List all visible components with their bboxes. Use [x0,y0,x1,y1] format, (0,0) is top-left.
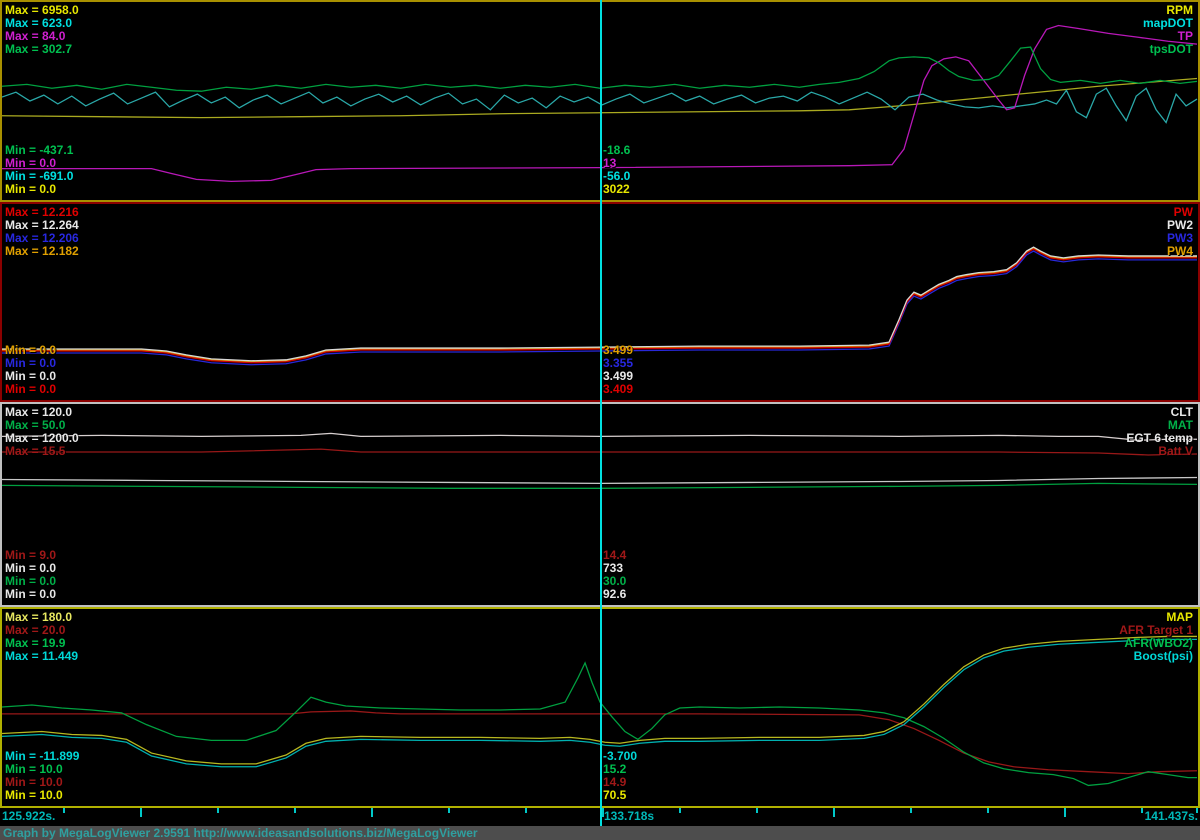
map-afr-legend: MAP AFR Target 1 AFR(WBO2) Boost(psi) [1119,611,1193,663]
time-tick [217,808,219,813]
time-tick [63,808,65,813]
pw-legend: PW PW2 PW3 PW4 [1167,206,1193,258]
cursor-value: 92.6 [603,587,627,601]
rpm-legend: RPM mapDOT TP tpsDOT [1143,4,1193,56]
status-text: Graph by MegaLogViewer 2.9591 http://www… [3,826,478,840]
cursor-value: 70.5 [603,788,627,802]
legend-entry[interactable]: tpsDOT [1143,43,1193,56]
time-tick [371,808,373,817]
max-label: Max = 11.449 [5,649,79,663]
pw-min-labels: Min = 0.0 Min = 0.0 Min = 0.0 Min = 0.0 [5,344,56,396]
time-tick [1141,808,1143,813]
min-label: Min = 0.0 [5,382,57,396]
min-label: Min = 10.0 [5,788,63,802]
temps-legend: CLT MAT EGT 6 temp Batt V [1126,406,1193,458]
min-label: Min = 0.0 [5,182,57,196]
temps-min-labels: Min = 9.0 Min = 0.0 Min = 0.0 Min = 0.0 [5,549,56,601]
status-bar: Graph by MegaLogViewer 2.9591 http://www… [0,826,1200,840]
time-tick [525,808,527,813]
pw-cursor-values: 3.499 3.355 3.499 3.409 [603,344,633,396]
time-tick [140,808,142,817]
time-tick [294,808,296,813]
legend-entry[interactable]: Boost(psi) [1119,650,1193,663]
time-tick [679,808,681,813]
time-tick [1064,808,1066,817]
time-tick [910,808,912,813]
map-afr-cursor-values: -3.700 15.2 14.9 70.5 [603,750,637,802]
time-tick [987,808,989,813]
rpm-max-labels: Max = 6958.0 Max = 623.0 Max = 84.0 Max = 3… [5,4,79,56]
legend-entry[interactable]: Batt V [1126,445,1193,458]
rpm-cursor-values: -18.6 13 -56.0 3022 [603,144,630,196]
time-end-label: 141.437s. [1144,809,1198,823]
max-label: Max = 15.5 [5,444,66,458]
time-tick [756,808,758,813]
legend-entry[interactable]: PW4 [1167,245,1193,258]
time-tick [1196,808,1198,813]
time-cursor-label: 133.718s [604,809,655,823]
cursor-value: 3.409 [603,382,634,396]
time-start-label: 125.922s. [2,809,56,823]
temps-cursor-values: 14.4 733 30.0 92.6 [603,549,626,601]
cursor-value: 3022 [603,182,630,196]
time-tick [602,808,604,817]
map-afr-min-labels: Min = -11.899 Min = 10.0 Min = 10.0 Min = 1… [5,750,79,802]
time-cursor-line[interactable] [600,0,602,826]
time-tick [448,808,450,813]
rpm-min-labels: Min = -437.1 Min = 0.0 Min = -691.0 Min = 0… [5,144,73,196]
megalogviewer-graph: Max = 6958.0 Max = 623.0 Max = 84.0 Max = 3… [0,0,1200,840]
time-tick [833,808,835,817]
max-label: Max = 302.7 [5,42,73,56]
max-label: Max = 12.182 [5,244,79,258]
pw-max-labels: Max = 12.216 Max = 12.264 Max = 12.206 Max … [5,206,79,258]
min-label: Min = 0.0 [5,587,57,601]
temps-max-labels: Max = 120.0 Max = 50.0 Max = 1200.0 Max = 1… [5,406,79,458]
map-afr-max-labels: Max = 180.0 Max = 20.0 Max = 19.9 Max = 11.… [5,611,78,663]
